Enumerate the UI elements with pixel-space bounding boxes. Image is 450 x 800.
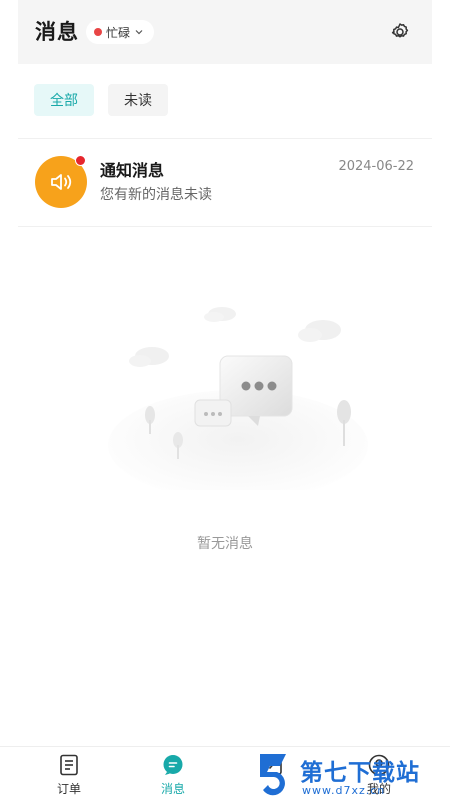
unread-badge <box>75 155 86 166</box>
chevron-down-icon <box>135 30 143 35</box>
nav-label-messages: 消息 <box>160 782 185 796</box>
messages-page: 消息 忙碌 全部 未读 通知消息 您有新的消息未读 2024-06-22 暂无消… <box>0 0 450 800</box>
divider <box>18 226 432 227</box>
page-title: 消息 <box>35 20 79 44</box>
nav-item-messages[interactable]: 消息 <box>143 753 203 797</box>
nav-item-orders[interactable]: 订单 <box>39 753 99 797</box>
document-icon <box>60 754 78 776</box>
message-title: 通知消息 <box>100 161 165 180</box>
nav-label-orders: 订单 <box>56 782 81 796</box>
message-list-item[interactable]: 通知消息 您有新的消息未读 2024-06-22 <box>18 140 432 226</box>
empty-state-text: 暂无消息 <box>197 536 253 552</box>
divider <box>18 138 432 139</box>
tab-all[interactable]: 全部 <box>34 84 94 116</box>
status-selector[interactable]: 忙碌 <box>86 20 155 44</box>
header-bar: 消息 忙碌 <box>18 0 432 64</box>
watermark-url: www.d7xz.cn <box>302 784 386 797</box>
chat-bubble-icon <box>163 755 183 775</box>
site-watermark: 第七下载站 www.d7xz.cn <box>256 752 450 800</box>
speaker-icon <box>51 174 72 190</box>
status-dot <box>94 28 102 36</box>
tab-unread[interactable]: 未读 <box>108 84 168 116</box>
watermark-logo-icon <box>260 754 286 796</box>
watermark-brand: 第七下载站 <box>300 760 420 786</box>
main-content: 消息 忙碌 全部 未读 通知消息 您有新的消息未读 2024-06-22 暂无消… <box>18 0 432 746</box>
gear-icon[interactable] <box>388 20 412 44</box>
filter-tabs: 全部 未读 <box>34 84 168 116</box>
message-date: 2024-06-22 <box>338 159 414 174</box>
empty-state-illustration <box>108 307 368 490</box>
status-label: 忙碌 <box>106 25 131 40</box>
message-subtitle: 您有新的消息未读 <box>100 187 212 203</box>
